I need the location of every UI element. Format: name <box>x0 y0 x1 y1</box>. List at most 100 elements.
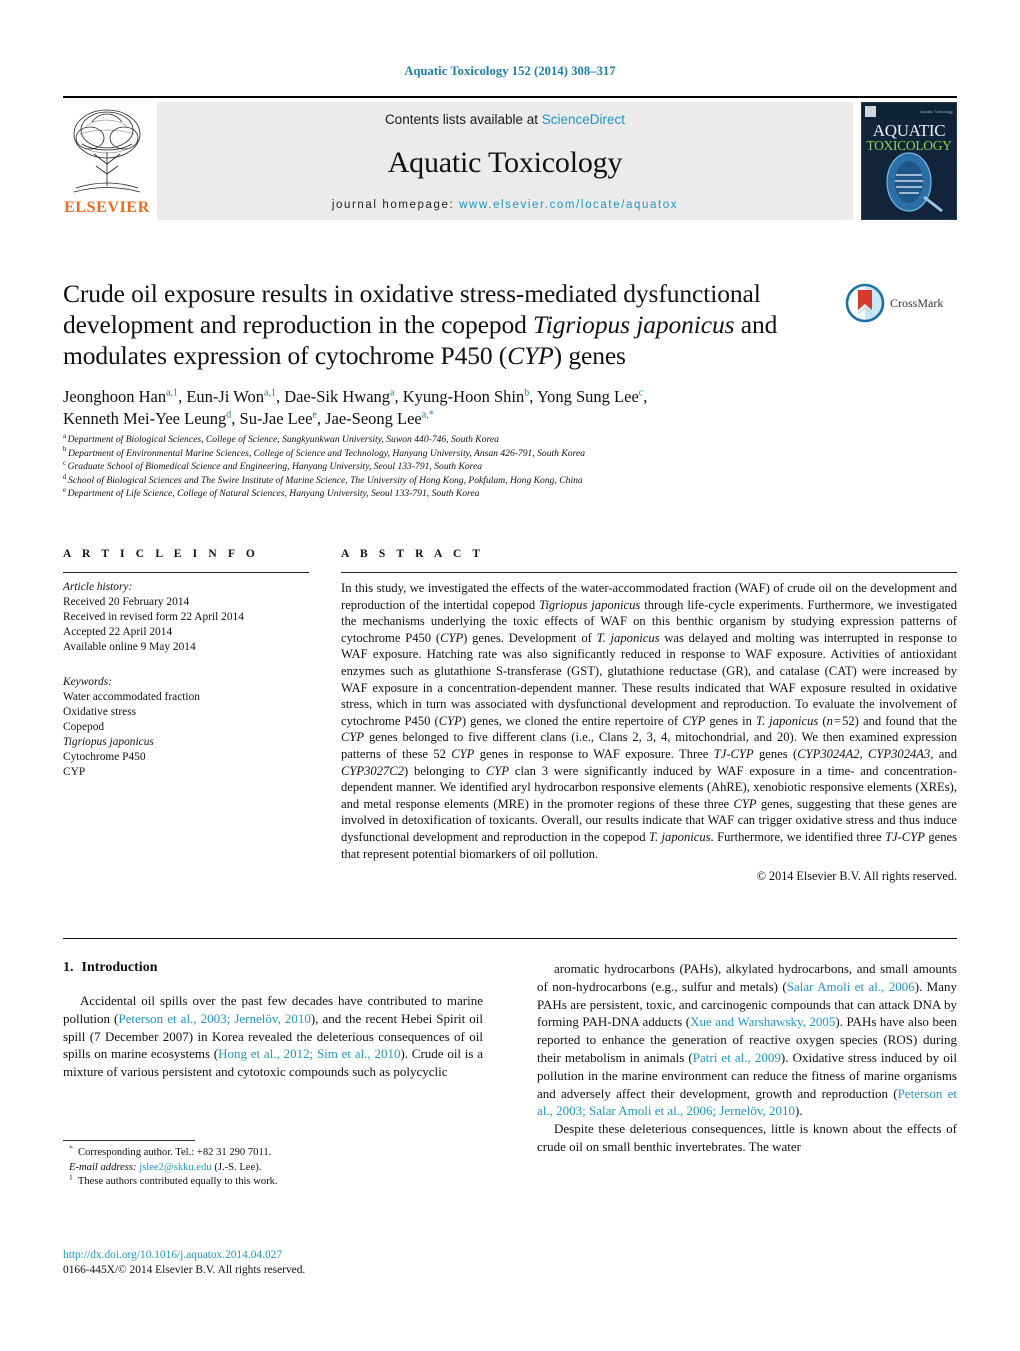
homepage-prefix: journal homepage: <box>331 199 455 211</box>
article-history-label: Article history: <box>63 581 133 593</box>
crossmark-icon <box>845 283 885 323</box>
author-sep-6: , Su-Jae Lee <box>231 409 313 428</box>
cover-title-line1: AQUATIC <box>872 121 946 140</box>
contents-available-line: Contents lists available at ScienceDirec… <box>385 112 625 127</box>
elsevier-wordmark: ELSEVIER <box>64 199 150 216</box>
author-sep-2: , Dae-Sik Hwang <box>275 387 391 406</box>
article-info-column: A R T I C L E I N F O Article history: R… <box>63 548 309 884</box>
author-sep-3: , Kyung-Hoon Shin <box>394 387 525 406</box>
affiliation-d: d School of Biological Sciences and The S… <box>63 472 863 488</box>
title-line-3b: ) genes <box>553 341 626 370</box>
title-line-1: Crude oil exposure results in oxidative … <box>63 279 761 308</box>
body-separator-rule <box>63 938 957 939</box>
running-head: Aquatic Toxicology 152 (2014) 308–317 <box>404 64 616 78</box>
abstract-heading: A B S T R A C T <box>341 548 485 560</box>
intro-paragraph-right-1: aromatic hydrocarbons (PAHs), alkylated … <box>537 961 957 1119</box>
author-sep-4: , Yong Sung Lee <box>529 387 639 406</box>
abstract-rule <box>341 572 957 573</box>
sciencedirect-link[interactable]: ScienceDirect <box>542 112 625 127</box>
doi-block: http://dx.doi.org/10.1016/j.aquatox.2014… <box>63 1248 493 1278</box>
journal-cover-thumbnail: Aquatic Toxicology AQUATIC TOXICOLOGY <box>861 102 957 220</box>
title-line-3a: modulates expression of cytochrome P450 … <box>63 341 508 370</box>
crossmark-label: CrossMark <box>890 295 944 310</box>
keyword-2: Copepod <box>63 721 105 733</box>
abstract-body: In this study, we investigated the effec… <box>341 581 958 861</box>
author-8-sup: a,* <box>421 409 434 421</box>
abstract-copyright: © 2014 Elsevier B.V. All rights reserved… <box>756 869 957 884</box>
author-2-sup: a,1 <box>263 387 276 399</box>
masthead-center: Contents lists available at ScienceDirec… <box>157 102 853 220</box>
author-6: Kenneth Mei-Yee Leung <box>63 409 227 428</box>
affiliation-text-c: Graduate School of Biomedical Science an… <box>67 461 483 473</box>
section-number: 1. <box>63 960 74 975</box>
abstract-column: A B S T R A C T In this study, we invest… <box>341 548 957 884</box>
contents-prefix: Contents lists available at <box>384 112 542 127</box>
doi-copyright-line: 0166-445X/© 2014 Elsevier B.V. All right… <box>63 1264 306 1276</box>
body-column-gap <box>483 960 537 1156</box>
affiliation-a: a Department of Biological Sciences, Coll… <box>63 431 863 447</box>
title-block: Crude oil exposure results in oxidative … <box>63 278 853 371</box>
cover-top-bar: Aquatic Toxicology <box>862 103 956 120</box>
affiliation-text-a: Department of Biological Sciences, Colle… <box>67 434 499 445</box>
affiliation-b: b Department of Environmental Marine Scie… <box>63 445 863 461</box>
affiliation-e: e Department of Life Science, College of … <box>63 487 863 501</box>
affiliation-marker-a: a <box>63 431 67 440</box>
affiliation-text-d: School of Biological Sciences and The Sw… <box>68 474 583 486</box>
column-gap <box>309 548 341 884</box>
journal-homepage-line: journal homepage: www.elsevier.com/locat… <box>332 199 678 211</box>
keyword-3: Tigriopus japonicus <box>63 736 154 748</box>
affiliation-marker-d: d <box>63 472 67 481</box>
footnote-rule <box>63 1140 195 1141</box>
cover-logo-square <box>865 106 876 117</box>
elsevier-tree-icon <box>73 109 141 193</box>
page-title: Crude oil exposure results in oxidative … <box>63 278 853 371</box>
cover-artwork-icon <box>886 152 943 213</box>
keyword-0: Water accommodated fraction <box>63 691 200 703</box>
footnote-equal-contribution: 1 These authors contributed equally to t… <box>69 1172 278 1188</box>
intro-paragraph-left: Accidental oil spills over the past few … <box>63 993 484 1080</box>
section-title: Introduction <box>81 960 158 975</box>
affiliation-c: c Graduate School of Biomedical Science a… <box>63 460 863 474</box>
affiliation-text-e: Department of Life Science, College of N… <box>67 488 480 500</box>
doi-link[interactable]: http://dx.doi.org/10.1016/j.aquatox.2014… <box>63 1248 493 1263</box>
title-cyp: CYP <box>507 341 554 370</box>
keywords-label: Keywords: <box>63 676 112 688</box>
author-list: Jeonghoon Hana,1, Eun-Ji Wona,1, Dae-Sik… <box>63 386 863 430</box>
journal-masthead: ELSEVIER Contents lists available at Sci… <box>63 96 957 220</box>
title-line-2b: and <box>734 310 778 339</box>
title-species-1: Tigriopus japonicus <box>533 310 735 339</box>
affiliation-marker-e: e <box>63 486 67 495</box>
footnote-email[interactable]: E-mail address: jslee2@skku.edu (J.-S. L… <box>63 1161 483 1176</box>
body-column-right: aromatic hydrocarbons (PAHs), alkylated … <box>537 960 957 1156</box>
affiliation-marker-b: b <box>63 445 67 454</box>
keywords-block: Keywords: Water accommodated fraction Ox… <box>63 675 309 780</box>
keyword-1: Oxidative stress <box>63 706 137 718</box>
homepage-url-link[interactable]: www.elsevier.com/locate/aquatox <box>459 199 678 211</box>
cover-masthead-small: Aquatic Toxicology <box>919 109 953 114</box>
intro-paragraph-right-2: Despite these deleterious consequences, … <box>537 1121 957 1154</box>
history-accepted: Accepted 22 April 2014 <box>63 626 173 638</box>
author-sep-5: , <box>643 387 648 406</box>
body-column-left: 1. Introduction Accidental oil spills ove… <box>63 960 483 1156</box>
journal-title: Aquatic Toxicology <box>387 146 623 179</box>
author-1-sup: a,1 <box>166 387 179 399</box>
crossmark-badge[interactable]: CrossMark <box>845 283 957 323</box>
affiliation-list: a Department of Biological Sciences, Coll… <box>63 431 863 501</box>
footnote-block: * Corresponding author. Tel.: +82 31 290… <box>63 1140 483 1190</box>
author-sep-7: , Jae-Seong Lee <box>316 409 422 428</box>
footnote-corresponding-author: * Corresponding author. Tel.: +82 31 290… <box>69 1143 272 1158</box>
affiliation-text-b: Department of Environmental Marine Scien… <box>68 447 585 459</box>
body-columns: 1. Introduction Accidental oil spills ove… <box>63 960 957 1156</box>
history-received: Received 20 February 2014 <box>63 596 190 608</box>
title-line-2a: development and reproduction in the cope… <box>63 310 534 339</box>
elsevier-logo: ELSEVIER <box>63 102 151 220</box>
section-heading-introduction: 1. Introduction <box>63 960 483 976</box>
paper-page: Aquatic Toxicology 152 (2014) 308–317 EL… <box>0 0 1020 1351</box>
affiliation-marker-c: c <box>63 459 67 467</box>
article-info-heading: A R T I C L E I N F O <box>63 548 259 560</box>
history-revised: Received in revised form 22 April 2014 <box>63 611 244 623</box>
history-online: Available online 9 May 2014 <box>63 641 196 653</box>
author-sep-1: , Eun-Ji Won <box>178 387 264 406</box>
author-1: Jeonghoon Han <box>63 387 167 406</box>
article-info-rule <box>63 572 309 573</box>
